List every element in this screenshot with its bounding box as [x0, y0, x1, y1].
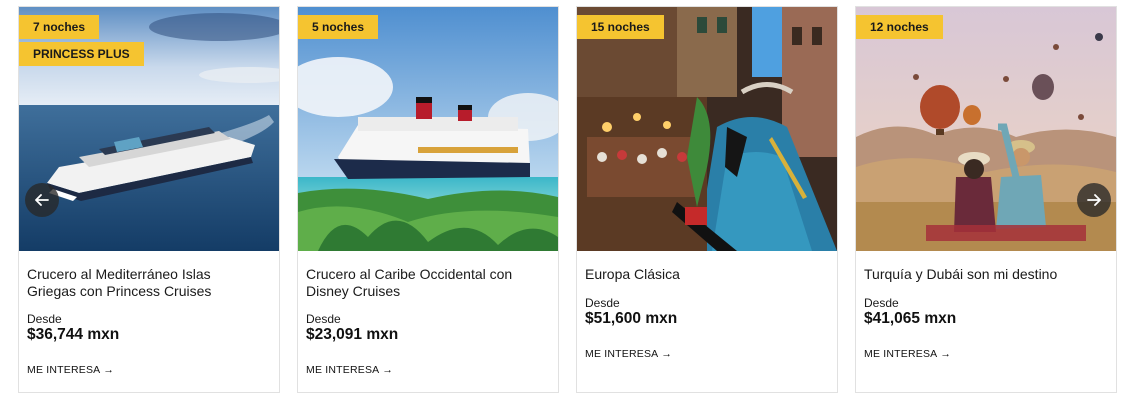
- arrow-right-small-icon: →: [382, 364, 394, 376]
- arrow-right-icon: [1087, 194, 1101, 206]
- package-price: $41,065 mxn: [864, 310, 957, 327]
- cta-label: ME INTERESA: [27, 364, 101, 376]
- venice-canal-image: [577, 7, 837, 251]
- cappadocia-balloons-image: [856, 7, 1116, 251]
- me-interesa-link[interactable]: ME INTERESA →: [864, 348, 951, 360]
- disney-cruise-ship-image: [298, 7, 558, 251]
- arrow-left-icon: [35, 194, 49, 206]
- from-label: Desde: [27, 312, 62, 326]
- package-price: $23,091 mxn: [306, 326, 399, 343]
- package-price: $51,600 mxn: [585, 310, 678, 327]
- arrow-right-small-icon: →: [661, 348, 673, 360]
- package-title[interactable]: Turquía y Dubái son mi destino: [864, 266, 1094, 283]
- me-interesa-link[interactable]: ME INTERESA →: [585, 348, 672, 360]
- package-card-caribe[interactable]: 5 noches Crucero al Caribe Occidental co…: [297, 6, 559, 393]
- princess-plus-badge: PRINCESS PLUS: [19, 42, 144, 66]
- cta-label: ME INTERESA: [306, 364, 380, 376]
- carousel-next-button[interactable]: [1077, 183, 1111, 217]
- package-price: $36,744 mxn: [27, 326, 120, 343]
- package-title[interactable]: Crucero al Caribe Occidental con Disney …: [306, 266, 536, 299]
- nights-badge: 7 noches: [19, 15, 100, 39]
- from-label: Desde: [306, 312, 341, 326]
- from-label: Desde: [864, 296, 899, 310]
- nights-badge: 12 noches: [856, 15, 943, 39]
- me-interesa-link[interactable]: ME INTERESA →: [306, 364, 393, 376]
- nights-badge: 5 noches: [298, 15, 379, 39]
- carousel-prev-button[interactable]: [25, 183, 59, 217]
- package-title[interactable]: Europa Clásica: [585, 266, 815, 283]
- nights-badge: 15 noches: [577, 15, 664, 39]
- from-label: Desde: [585, 296, 620, 310]
- cta-label: ME INTERESA: [585, 348, 659, 360]
- me-interesa-link[interactable]: ME INTERESA →: [27, 364, 114, 376]
- arrow-right-small-icon: →: [103, 364, 115, 376]
- package-carousel: 7 noches PRINCESS PLUS Crucero al Medite…: [0, 0, 1135, 400]
- package-card-europa[interactable]: 15 noches Europa Clásica Desde $51,600 m…: [576, 6, 838, 393]
- arrow-right-small-icon: →: [940, 348, 952, 360]
- package-title[interactable]: Crucero al Mediterráneo Islas Griegas co…: [27, 266, 257, 299]
- cta-label: ME INTERESA: [864, 348, 938, 360]
